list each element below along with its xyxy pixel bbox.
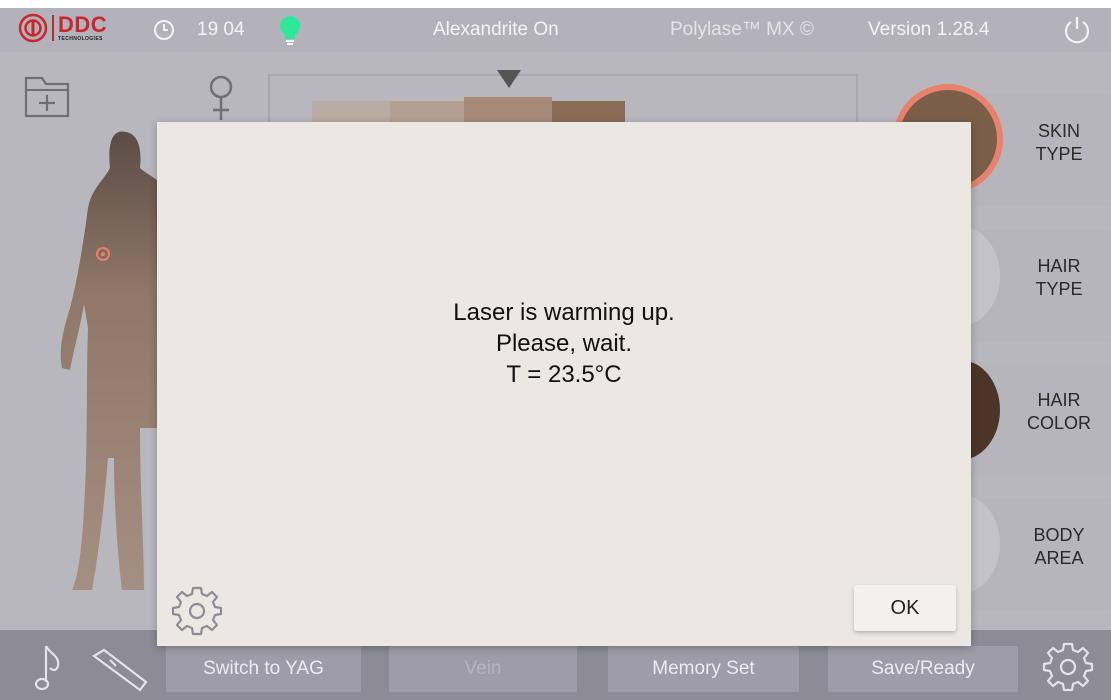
brand-name: DDC	[58, 12, 108, 37]
body-figure[interactable]	[48, 128, 166, 598]
product-name: Polylase™ MX ©	[670, 19, 814, 40]
top-bar: DDC TECHNOLOGIES 19 04 Alexandrite On Po…	[0, 0, 1111, 52]
skin-type-label[interactable]: SKIN TYPE	[1004, 120, 1111, 167]
handpiece-icon[interactable]	[90, 646, 150, 692]
folder-add-icon[interactable]	[24, 70, 70, 118]
warmup-message: Laser is warming up. Please, wait. T = 2…	[157, 297, 971, 391]
music-note-icon[interactable]	[34, 640, 64, 694]
vein-button[interactable]: Vein	[389, 646, 577, 692]
laser-status: Alexandrite On	[433, 19, 559, 40]
save-ready-button[interactable]: Save/Ready	[828, 646, 1018, 692]
version-label: Version 1.28.4	[868, 19, 990, 40]
settings-gear-icon[interactable]	[1042, 640, 1094, 692]
brand-logo: DDC TECHNOLOGIES	[18, 13, 107, 43]
hair-type-label[interactable]: HAIR TYPE	[1004, 255, 1111, 302]
body-area-label[interactable]: BODY AREA	[1004, 524, 1111, 571]
warmup-line-1: Laser is warming up.	[453, 299, 675, 326]
memory-set-button[interactable]: Memory Set	[608, 646, 799, 692]
clock-time: 19 04	[197, 19, 245, 40]
gear-icon[interactable]	[171, 584, 223, 636]
warmup-line-2: Please, wait.	[495, 330, 633, 358]
power-icon[interactable]	[1062, 14, 1092, 46]
bulb-icon	[280, 16, 300, 45]
warmup-dialog: Laser is warming up. Please, wait. T = 2…	[157, 122, 971, 646]
hair-color-label[interactable]: HAIR COLOR	[1004, 389, 1111, 436]
scale-pointer[interactable]	[497, 70, 521, 88]
logo-separator	[52, 15, 54, 41]
brand-subtitle: TECHNOLOGIES	[58, 36, 103, 42]
clock-icon	[154, 20, 174, 40]
temperature-readout: T = 23.5°C	[506, 361, 622, 389]
female-icon[interactable]	[204, 74, 238, 122]
ddc-logo-icon	[18, 13, 48, 43]
ok-button[interactable]: OK	[854, 585, 956, 631]
switch-to-yag-button[interactable]: Switch to YAG	[166, 646, 361, 692]
